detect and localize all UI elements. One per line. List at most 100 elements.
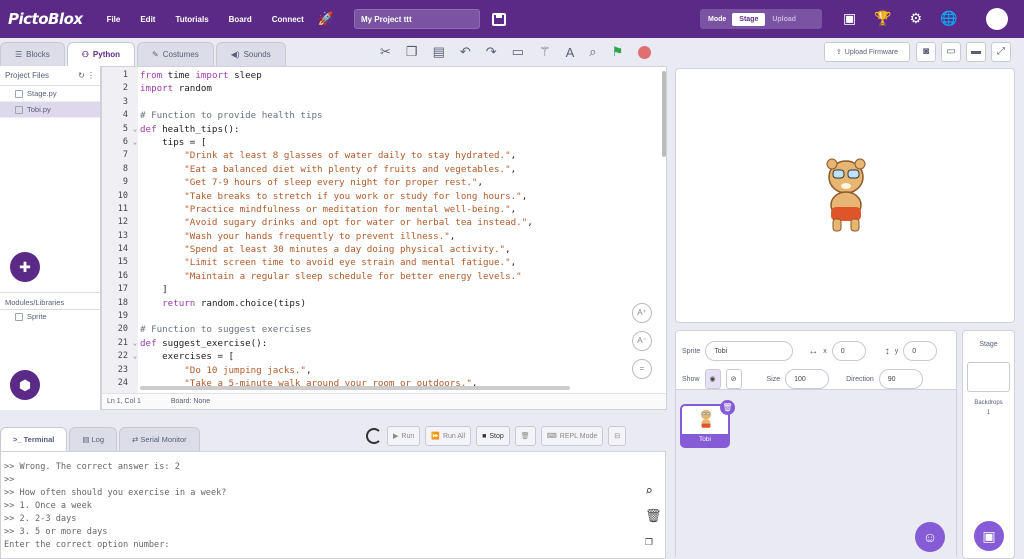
tab-costumes[interactable]: ✎ Costumes (137, 42, 214, 66)
fold-arrow-icon[interactable]: ⌄ (130, 337, 140, 350)
comment-icon[interactable]: ▭ (512, 44, 524, 60)
code-line[interactable]: 13 "Wash your hands frequently to preven… (102, 230, 668, 243)
redo-icon[interactable]: ↷ (486, 44, 497, 60)
code-line[interactable]: 8 "Eat a balanced diet with plenty of fr… (102, 163, 668, 176)
add-extension-button[interactable]: ✚ (10, 252, 40, 282)
code-line[interactable]: 17 ] (102, 283, 668, 296)
menu-connect[interactable]: Connect (272, 15, 304, 24)
file-item-tobi[interactable]: Tobi.py (0, 102, 100, 118)
trophy-icon[interactable]: 🏆 (874, 10, 891, 27)
tobi-sprite[interactable] (818, 155, 874, 235)
tab-python[interactable]: ⚇ Python (66, 42, 136, 66)
large-stage-icon[interactable]: ▬ (966, 42, 986, 62)
tab-serial-monitor[interactable]: ⇄ Serial Monitor (119, 427, 200, 451)
zoom-in-icon[interactable]: A⁺ (632, 303, 652, 323)
menu-tutorials[interactable]: Tutorials (175, 15, 208, 24)
copy-icon[interactable]: ❐ (645, 534, 662, 549)
stop-button[interactable]: ■ Stop (476, 426, 510, 446)
vertical-scrollbar[interactable] (662, 71, 666, 157)
code-editor[interactable]: 1 from time import sleep 2 import random 3 4 #… (101, 66, 667, 410)
tab-sounds[interactable]: ◀) Sounds (215, 42, 286, 66)
zoom-reset-icon[interactable]: = (632, 359, 652, 379)
code-line[interactable]: 23 "Do 10 jumping jacks.", (102, 364, 668, 377)
expand-terminal-button[interactable]: ⊟ (608, 426, 627, 446)
tab-log[interactable]: ▤ Log (69, 427, 118, 451)
upload-firmware-button[interactable]: ⇪ Upload Firmware (824, 42, 910, 62)
cut-icon[interactable]: ✂ (380, 44, 391, 60)
gear-icon[interactable]: ⚙ (910, 10, 923, 27)
search-icon[interactable]: ⌕ (645, 484, 662, 499)
refresh-icon[interactable]: ↻ ⋮ (78, 71, 95, 80)
show-hidden-button[interactable]: ⊘ (725, 369, 742, 389)
code-line[interactable]: 6 ⌄ tips = [ (102, 136, 668, 149)
code-line[interactable]: 16 "Maintain a regular sleep schedule fo… (102, 270, 668, 283)
fullscreen-icon[interactable]: ⤢ (991, 42, 1011, 62)
code-line[interactable]: 3 (102, 96, 668, 109)
clear-button[interactable]: 🗑 (514, 426, 536, 446)
y-input[interactable]: 0 (903, 341, 938, 361)
add-module-button[interactable]: ⬢ (10, 370, 40, 400)
code-line[interactable]: 11 "Practice mindfulness or meditation f… (102, 203, 668, 216)
file-item-stage[interactable]: Stage.py (0, 86, 100, 102)
font-size-icon[interactable]: A (566, 45, 575, 60)
project-name-input[interactable]: My Project ttt (353, 9, 480, 29)
code-line[interactable]: 7 "Drink at least 8 glasses of water dai… (102, 149, 668, 162)
code-line[interactable]: 19 (102, 310, 668, 323)
code-line[interactable]: 4 # Function to provide health tips (102, 109, 668, 122)
paste-icon[interactable]: ▤ (433, 44, 445, 60)
horizontal-scrollbar[interactable] (140, 386, 570, 390)
menu-file[interactable]: File (107, 15, 121, 24)
undo-icon[interactable]: ↶ (460, 44, 471, 60)
code-line[interactable]: 15 "Limit screen time to avoid eye strai… (102, 256, 668, 269)
backdrop-thumbnail[interactable] (967, 362, 1010, 392)
stop-icon[interactable] (638, 45, 652, 59)
camera-icon[interactable]: ◙ (916, 42, 936, 62)
tab-blocks[interactable]: ☰ Blocks (0, 42, 65, 66)
add-sprite-button[interactable]: ☺ (915, 522, 945, 552)
copy-icon[interactable]: ❐ (406, 44, 418, 60)
menu-board[interactable]: Board (229, 15, 252, 24)
sprite-thumbnail-tobi[interactable]: Tobi 🗑 (680, 400, 735, 448)
upload-mode-button[interactable]: Upload (765, 16, 803, 23)
x-input[interactable]: 0 (831, 341, 866, 361)
code-line[interactable]: 22 ⌄ exercises = [ (102, 350, 668, 363)
code-line[interactable]: 9 "Get 7-9 hours of sleep every night fo… (102, 176, 668, 189)
code-lines[interactable]: 1 from time import sleep 2 import random 3 4 #… (102, 69, 668, 390)
fold-arrow-icon[interactable]: ⌄ (130, 123, 140, 136)
avatar[interactable] (986, 8, 1008, 30)
show-visible-button[interactable]: ◉ (704, 369, 721, 389)
code-line[interactable]: 1 from time import sleep (102, 69, 668, 82)
wand-icon[interactable]: ⚚ (539, 44, 551, 60)
repl-mode-button[interactable]: ⌨ REPL Mode (540, 426, 604, 446)
globe-icon[interactable]: 🌐 (940, 10, 957, 27)
library-item-sprite[interactable]: Sprite (0, 312, 100, 321)
search-icon[interactable]: ⌕ (589, 44, 596, 60)
run-button[interactable]: ▶ Run (387, 426, 421, 446)
stage-canvas[interactable] (675, 68, 1015, 323)
run-all-button[interactable]: ⏩ Run All (425, 426, 472, 446)
fold-arrow-icon[interactable]: ⌄ (130, 350, 140, 363)
menu-edit[interactable]: Edit (140, 15, 155, 24)
terminal-output[interactable]: >> Wrong. The correct answer is: 2 >> >> H… (0, 451, 666, 559)
code-line[interactable]: 12 "Avoid sugary drinks and opt for wate… (102, 216, 668, 229)
direction-input[interactable]: 90 (878, 369, 923, 389)
size-input[interactable]: 100 (785, 369, 830, 389)
save-icon[interactable] (491, 12, 506, 26)
fold-arrow-icon[interactable]: ⌄ (130, 136, 140, 149)
tab-terminal[interactable]: >_ Terminal (0, 427, 68, 451)
add-backdrop-button[interactable]: ▣ (974, 521, 1004, 551)
code-line[interactable]: 14 "Spend at least 30 minutes a day doin… (102, 243, 668, 256)
feedback-icon[interactable]: ▣ (843, 10, 856, 27)
stage-mode-button[interactable]: Stage (732, 12, 766, 26)
code-line[interactable]: 20 # Function to suggest exercises (102, 323, 668, 336)
trash-icon[interactable]: 🗑 (645, 509, 662, 524)
zoom-out-icon[interactable]: A⁻ (632, 331, 652, 351)
code-line[interactable]: 2 import random (102, 82, 668, 95)
sprite-name-input[interactable]: Tobi (705, 341, 794, 361)
code-line[interactable]: 21 ⌄ def suggest_exercise(): (102, 337, 668, 350)
code-line[interactable]: 18 return random.choice(tips) (102, 297, 668, 310)
delete-sprite-icon[interactable]: 🗑 (720, 400, 735, 415)
small-stage-icon[interactable]: ▭ (941, 42, 961, 62)
code-line[interactable]: 5 ⌄ def health_tips(): (102, 123, 668, 136)
rocket-icon[interactable]: 🚀 (318, 11, 334, 27)
